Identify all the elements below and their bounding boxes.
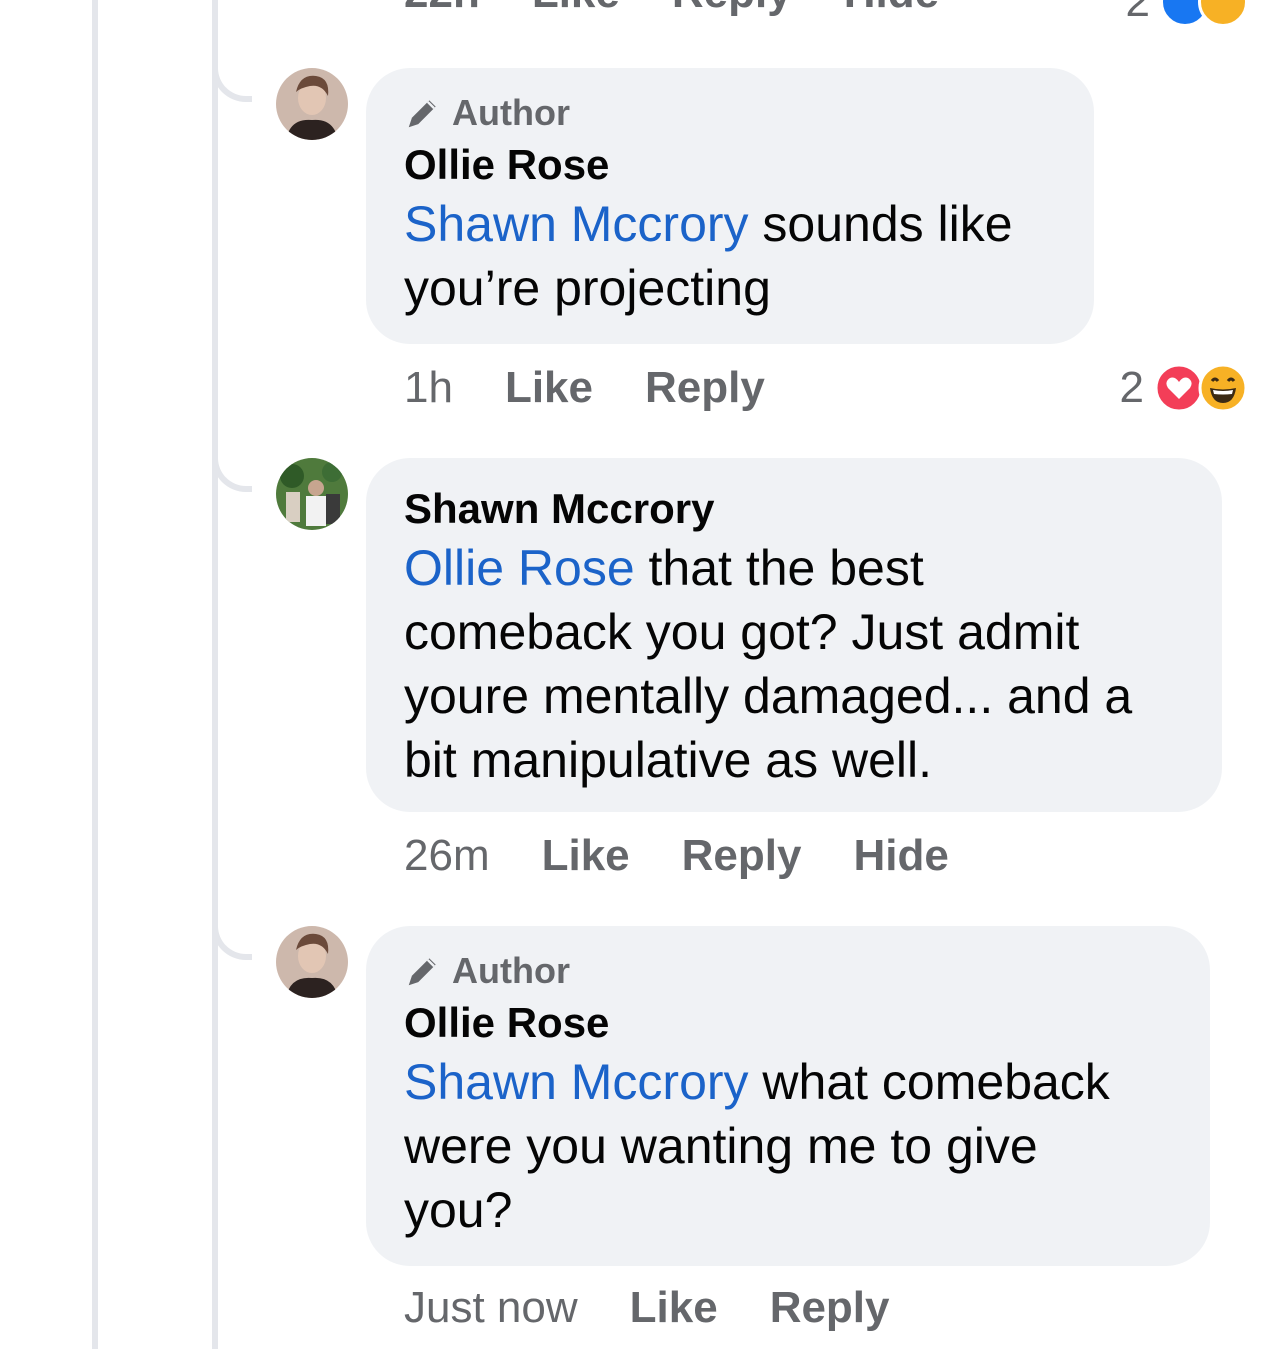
- avatar[interactable]: [276, 68, 348, 140]
- comment-text-line: what comeback: [748, 1054, 1110, 1110]
- comment-actions: 26m Like Reply Hide: [404, 826, 1001, 886]
- comment-text-line: you?: [404, 1182, 513, 1238]
- previous-comment-actions: 22h Like Reply Hide: [404, 0, 991, 18]
- like-button[interactable]: Like: [505, 363, 593, 413]
- reaction-count: 2: [1125, 0, 1150, 26]
- timestamp[interactable]: 1h: [404, 363, 453, 413]
- comment-text-line: were you wanting me to give: [404, 1118, 1038, 1174]
- comment-text-line: you’re projecting: [404, 260, 771, 316]
- mention-link[interactable]: Shawn Mccrory: [404, 196, 749, 252]
- hide-button[interactable]: Hide: [853, 831, 948, 881]
- comment-actions: Just now Like Reply: [404, 1278, 942, 1338]
- thread-line-outer: [92, 0, 98, 1349]
- comment-actions: 1h Like Reply: [404, 358, 817, 418]
- like-button[interactable]: Like: [532, 0, 620, 18]
- love-icon: [1154, 363, 1204, 413]
- thread-connector: [212, 62, 252, 102]
- thread-connector: [212, 920, 252, 960]
- like-button[interactable]: Like: [542, 831, 630, 881]
- timestamp[interactable]: 26m: [404, 831, 490, 881]
- comment-bubble: Author Ollie Rose Shawn Mccrory sounds l…: [366, 68, 1094, 344]
- reaction-summary[interactable]: 2: [1120, 358, 1248, 418]
- comment-text-line: bit manipulative as well.: [404, 732, 933, 788]
- pencil-icon: [408, 100, 436, 128]
- author-badge: Author: [404, 92, 1056, 134]
- reaction-count: 2: [1119, 363, 1144, 412]
- like-button[interactable]: Like: [630, 1283, 718, 1333]
- comment-text: Shawn Mccrory what comeback were you wan…: [404, 1050, 1172, 1242]
- comment-text-line: that the best: [634, 540, 924, 596]
- reply-button[interactable]: Reply: [770, 1283, 890, 1333]
- avatar-photo-icon: [276, 68, 348, 140]
- comment-text-line: youre mentally damaged... and a: [404, 668, 1133, 724]
- comment-bubble: Shawn Mccrory Ollie Rose that the best c…: [366, 458, 1222, 812]
- reply-button[interactable]: Reply: [645, 363, 765, 413]
- comment-text-line: comeback you got? Just admit: [404, 604, 1080, 660]
- reply-button[interactable]: Reply: [682, 831, 802, 881]
- comment-bubble: Author Ollie Rose Shawn Mccrory what com…: [366, 926, 1210, 1266]
- comment-text: Shawn Mccrory sounds like you’re project…: [404, 192, 1056, 320]
- comment-text: Ollie Rose that the best comeback you go…: [404, 536, 1184, 792]
- thread-line-inner: [212, 0, 218, 1349]
- avatar-photo-icon: [276, 926, 348, 998]
- author-badge-label: Author: [452, 950, 570, 991]
- thread-connector: [212, 452, 252, 492]
- previous-reactions[interactable]: 2: [1126, 0, 1248, 32]
- haha-icon: [1198, 363, 1248, 413]
- avatar-photo-icon: [276, 458, 348, 530]
- pencil-icon: [408, 958, 436, 986]
- avatar[interactable]: [276, 458, 348, 530]
- reply-button[interactable]: Reply: [672, 0, 792, 18]
- hide-button[interactable]: Hide: [844, 0, 939, 18]
- commenter-name[interactable]: Ollie Rose: [404, 996, 1172, 1050]
- timestamp: 22h: [404, 0, 480, 18]
- author-badge-label: Author: [452, 92, 570, 133]
- care-reaction-icon: [1198, 0, 1248, 27]
- comment-text-line: sounds like: [748, 196, 1013, 252]
- mention-link[interactable]: Shawn Mccrory: [404, 1054, 749, 1110]
- commenter-name[interactable]: Ollie Rose: [404, 138, 1056, 192]
- commenter-name[interactable]: Shawn Mccrory: [404, 482, 1184, 536]
- avatar[interactable]: [276, 926, 348, 998]
- author-badge: Author: [404, 950, 1172, 992]
- mention-link[interactable]: Ollie Rose: [404, 540, 635, 596]
- timestamp[interactable]: Just now: [404, 1283, 578, 1333]
